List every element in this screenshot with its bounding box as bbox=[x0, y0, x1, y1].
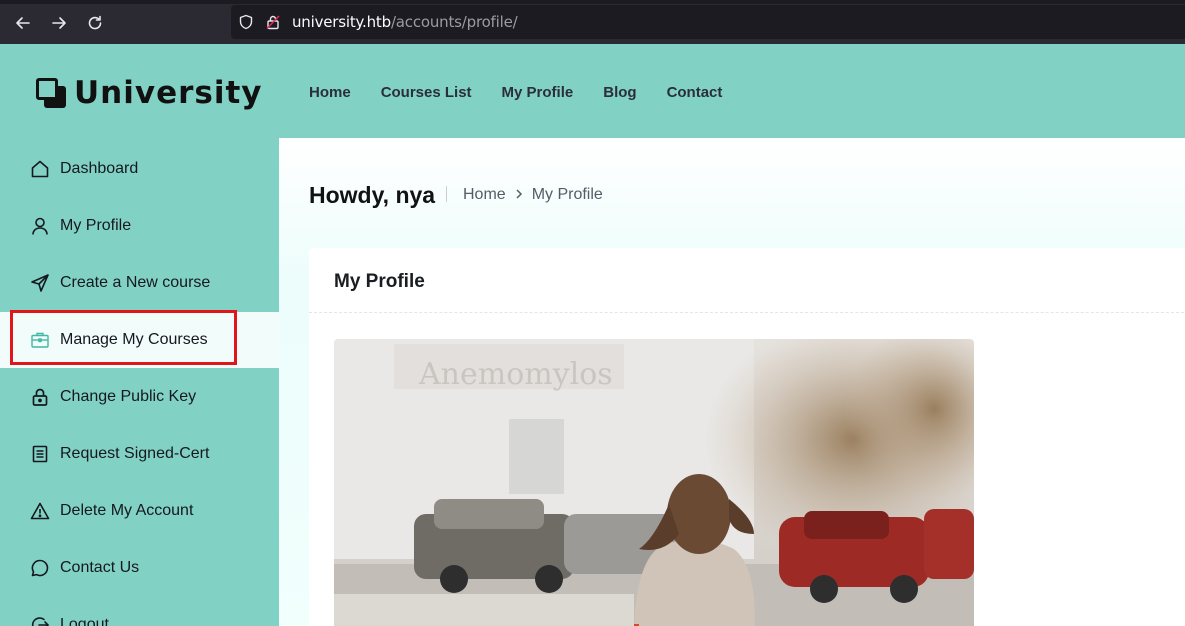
sidebar-item-label: Request Signed-Cert bbox=[60, 445, 210, 462]
sidebar-item-label: Create a New course bbox=[60, 274, 211, 291]
nav-blog[interactable]: Blog bbox=[603, 84, 636, 101]
highlight-annotation bbox=[10, 310, 237, 365]
page-title: Howdy, nya bbox=[309, 182, 436, 208]
sidebar-item-contact-us[interactable]: Contact Us bbox=[0, 540, 279, 596]
warning-icon bbox=[30, 501, 50, 521]
main-nav: Home Courses List My Profile Blog Contac… bbox=[309, 84, 752, 101]
site-header: University Home Courses List My Profile … bbox=[0, 44, 1185, 138]
forward-button[interactable] bbox=[47, 11, 71, 35]
sidebar-item-logout[interactable]: Logout bbox=[0, 597, 279, 626]
sidebar-item-label: Delete My Account bbox=[60, 502, 194, 519]
back-button[interactable] bbox=[11, 11, 35, 35]
sidebar-item-dashboard[interactable]: Dashboard bbox=[0, 141, 279, 197]
nav-contact[interactable]: Contact bbox=[667, 84, 723, 101]
breadcrumb-divider bbox=[446, 186, 447, 202]
sidebar-item-label: Contact Us bbox=[60, 559, 140, 576]
reload-button[interactable] bbox=[83, 11, 107, 35]
breadcrumb-current: My Profile bbox=[531, 186, 603, 203]
profile-photo: Anemomylos bbox=[334, 339, 974, 626]
nav-courses-list[interactable]: Courses List bbox=[381, 84, 472, 101]
logo-text: University bbox=[74, 75, 263, 111]
home-icon bbox=[30, 159, 50, 179]
sidebar-item-label: Change Public Key bbox=[60, 388, 197, 405]
chat-icon bbox=[30, 558, 50, 578]
nav-my-profile[interactable]: My Profile bbox=[502, 84, 574, 101]
arrow-right-icon bbox=[52, 17, 66, 29]
send-icon bbox=[30, 273, 50, 293]
logout-icon bbox=[30, 615, 50, 626]
url-host: university.htb bbox=[292, 13, 391, 31]
sidebar-item-request-signed-cert[interactable]: Request Signed-Cert bbox=[0, 426, 279, 482]
sidebar-item-create-course[interactable]: Create a New course bbox=[0, 255, 279, 311]
logo-icon bbox=[36, 78, 66, 108]
insecure-lock-icon[interactable] bbox=[265, 14, 281, 30]
shield-icon bbox=[239, 14, 253, 30]
tab-strip-edge bbox=[0, 0, 1185, 4]
url-text: university.htb/accounts/profile/ bbox=[292, 13, 518, 31]
address-bar[interactable]: university.htb/accounts/profile/ bbox=[231, 5, 1185, 39]
nav-home[interactable]: Home bbox=[309, 84, 351, 101]
sidebar-item-label: Dashboard bbox=[60, 160, 139, 177]
card-title: My Profile bbox=[334, 271, 425, 292]
chevron-right-icon bbox=[514, 187, 524, 203]
sidebar-item-delete-account[interactable]: Delete My Account bbox=[0, 483, 279, 539]
sidebar-item-label: Logout bbox=[60, 616, 109, 626]
lock-icon bbox=[30, 387, 50, 407]
sidebar: Dashboard My Profile Create a New course… bbox=[0, 138, 279, 626]
breadcrumb-home[interactable]: Home bbox=[463, 186, 506, 204]
sidebar-item-label: My Profile bbox=[60, 217, 132, 234]
svg-text:Anemomylos: Anemomylos bbox=[418, 357, 613, 392]
document-icon bbox=[30, 444, 50, 464]
sidebar-item-my-profile[interactable]: My Profile bbox=[0, 198, 279, 254]
breadcrumb: Home My Profile bbox=[463, 186, 603, 204]
user-icon bbox=[30, 216, 50, 236]
browser-toolbar: university.htb/accounts/profile/ bbox=[0, 0, 1185, 44]
divider bbox=[309, 312, 1185, 313]
sidebar-item-change-public-key[interactable]: Change Public Key bbox=[0, 369, 279, 425]
url-path: /accounts/profile/ bbox=[390, 13, 518, 31]
profile-card: My Profile Anemomylos bbox=[309, 248, 1185, 626]
arrow-left-icon bbox=[16, 17, 30, 29]
reload-icon bbox=[88, 15, 102, 30]
site-logo[interactable]: University bbox=[36, 75, 263, 111]
